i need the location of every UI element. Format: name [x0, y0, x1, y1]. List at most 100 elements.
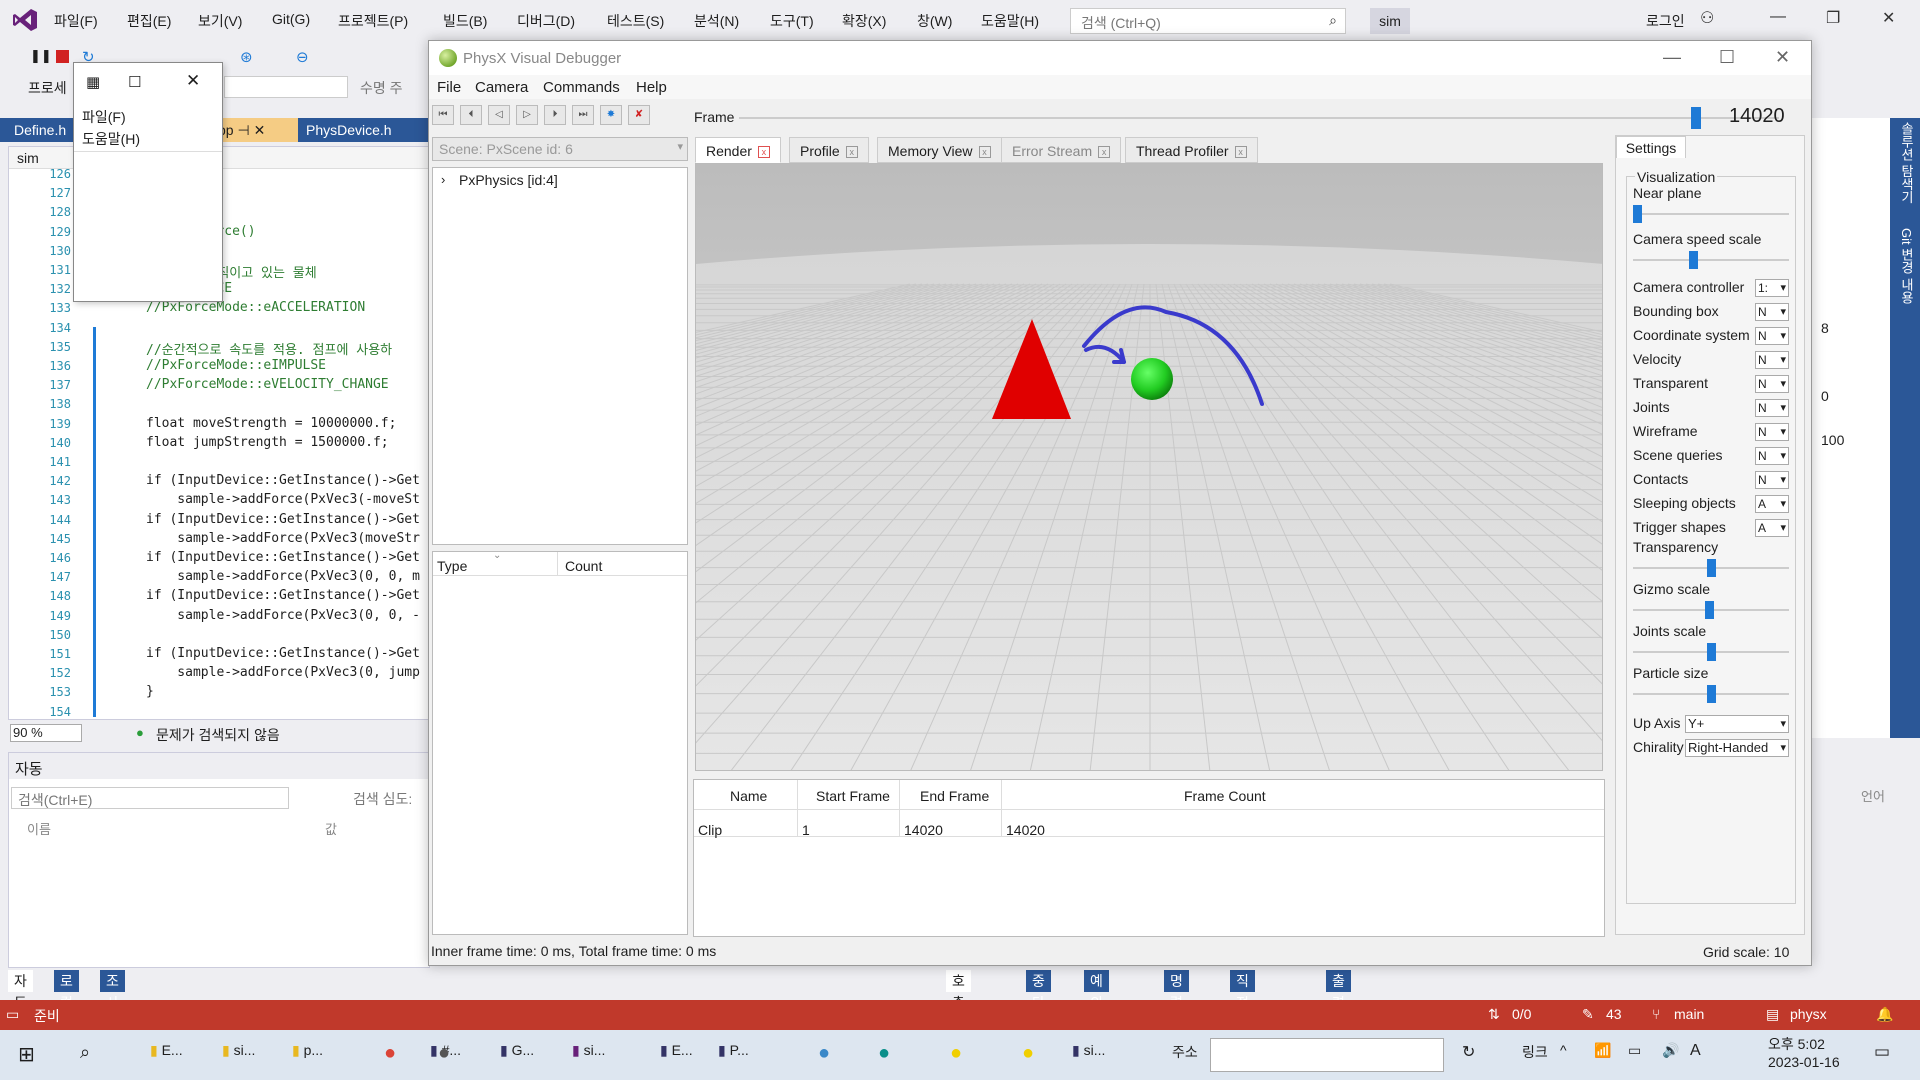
tab-breakpoints[interactable]: 중단점: [1026, 970, 1051, 1033]
status-repo[interactable]: physx: [1790, 1006, 1827, 1022]
first-frame-icon[interactable]: ⏮: [432, 105, 454, 125]
scene-combo[interactable]: Scene: PxScene id: 6 ▾: [432, 137, 688, 161]
option-combo[interactable]: N: [1755, 375, 1789, 393]
taskbar-item[interactable]: ▮ G...: [500, 1042, 534, 1068]
tab-command-window[interactable]: 명령 창: [1164, 970, 1189, 1033]
code-line[interactable]: }: [146, 684, 154, 699]
code-line[interactable]: float jumpStrength = 1500000.f;: [146, 435, 389, 450]
account-icon[interactable]: ⚇: [1700, 8, 1714, 28]
address-input[interactable]: [1210, 1038, 1444, 1072]
tab-settings[interactable]: Settings: [1616, 136, 1686, 158]
changes-icon[interactable]: ⇅: [1488, 1006, 1500, 1023]
status-changes[interactable]: 0/0: [1512, 1006, 1531, 1022]
close-icon[interactable]: ✕: [1775, 47, 1790, 68]
repo-icon[interactable]: ▤: [1766, 1006, 1779, 1023]
code-line[interactable]: sample->addForce(PxVec3(0, jump: [146, 665, 420, 680]
tab-close-icon[interactable]: x: [1234, 146, 1247, 159]
code-line[interactable]: sample->addForce(PxVec3(0, 0, -: [146, 608, 420, 623]
cell-frame-count[interactable]: 14020: [1006, 822, 1045, 838]
windows-start-icon[interactable]: ⊞: [18, 1042, 35, 1068]
code-line[interactable]: //PxForceMode::eIMPULSE: [146, 358, 326, 373]
option-combo[interactable]: N: [1755, 423, 1789, 441]
next-key-icon[interactable]: ⏵: [544, 105, 566, 125]
network-icon[interactable]: 📶: [1594, 1042, 1611, 1068]
tab-profile[interactable]: Profile x: [789, 137, 869, 163]
refresh-icon[interactable]: ↻: [1462, 1042, 1475, 1068]
pvd-menu-file[interactable]: File: [437, 79, 461, 96]
links-label[interactable]: 링크: [1522, 1042, 1548, 1068]
up-axis-combo[interactable]: Y+: [1685, 715, 1789, 733]
volume-icon[interactable]: 🔊: [1662, 1042, 1679, 1068]
tab-define-h[interactable]: Define.h: [8, 118, 72, 142]
clock-date[interactable]: 2023-01-16: [1768, 1054, 1840, 1070]
capture-icon[interactable]: ✸: [600, 105, 622, 125]
particle-size-thumb[interactable]: [1707, 685, 1716, 703]
gizmo-scale-thumb[interactable]: [1705, 601, 1714, 619]
menu-window[interactable]: 창(W): [917, 11, 952, 31]
option-combo[interactable]: A: [1755, 519, 1789, 537]
code-line[interactable]: if (InputDevice::GetInstance()->Get: [146, 588, 420, 603]
code-line[interactable]: if (InputDevice::GetInstance()->Get: [146, 550, 420, 565]
option-combo[interactable]: N: [1755, 327, 1789, 345]
cell-clip-name[interactable]: Clip: [698, 822, 722, 838]
option-combo[interactable]: N: [1755, 447, 1789, 465]
tab-git-changes[interactable]: Git 변경 내용: [1897, 228, 1916, 304]
tab-immediate-window[interactable]: 직접 실행 창: [1230, 970, 1255, 1077]
tray-chevron-icon[interactable]: ^: [1560, 1042, 1567, 1068]
chat-icon[interactable]: ●: [438, 1042, 450, 1068]
maximize-icon[interactable]: ☐: [1719, 47, 1735, 68]
stop-icon[interactable]: [56, 50, 69, 63]
visual-studio-logo-icon[interactable]: [12, 8, 38, 32]
render-viewport[interactable]: [695, 163, 1603, 771]
pencil-icon[interactable]: ✎: [1582, 1006, 1594, 1023]
camera-controller-combo[interactable]: 1:: [1755, 279, 1789, 297]
last-frame-icon[interactable]: ⏭: [572, 105, 594, 125]
joints-scale-thumb[interactable]: [1707, 643, 1716, 661]
minimize-icon[interactable]: —: [1770, 8, 1786, 26]
menu-view[interactable]: 보기(V): [198, 11, 242, 31]
menu-project[interactable]: 프로젝트(P): [338, 11, 408, 31]
clock-time[interactable]: 오후 5:02: [1768, 1034, 1825, 1054]
taskbar-item[interactable]: ▮ si...: [572, 1042, 605, 1068]
option-combo[interactable]: N: [1755, 471, 1789, 489]
tab-output[interactable]: 출력: [1326, 970, 1351, 1011]
taskbar-item[interactable]: ▮ E...: [150, 1042, 183, 1068]
menu-test[interactable]: 테스트(S): [607, 11, 664, 31]
option-combo[interactable]: N: [1755, 399, 1789, 417]
popup-menu-help[interactable]: 도움말(H): [82, 129, 140, 149]
tab-close-icon[interactable]: x: [845, 146, 858, 159]
tab-solution-explorer[interactable]: 솔루션 탐색기: [1897, 122, 1916, 204]
search-icon[interactable]: ⌕: [80, 1042, 90, 1068]
autos-search-input[interactable]: 검색(Ctrl+E): [11, 787, 289, 809]
popup-menu-file[interactable]: 파일(F): [82, 107, 126, 127]
code-line[interactable]: if (InputDevice::GetInstance()->Get: [146, 473, 420, 488]
tab-error-stream[interactable]: Error Stream x: [1001, 137, 1122, 163]
col-frame-count[interactable]: Frame Count: [1184, 788, 1266, 804]
battery-icon[interactable]: ▭: [1628, 1042, 1641, 1068]
restore-icon[interactable]: ❐: [1826, 8, 1840, 28]
kakaotalk-icon[interactable]: ●: [950, 1042, 962, 1068]
tab-close-icon[interactable]: x: [978, 146, 991, 159]
chrome-icon[interactable]: ●: [384, 1042, 396, 1068]
tab-autos[interactable]: 자동: [8, 970, 33, 1011]
step-icon[interactable]: ⊛: [240, 48, 256, 66]
camera-speed-thumb[interactable]: [1689, 251, 1698, 269]
project-selector[interactable]: sim: [17, 150, 39, 166]
tab-thread-profiler[interactable]: Thread Profiler x: [1125, 137, 1258, 163]
login-button[interactable]: 로그인: [1646, 11, 1685, 31]
tab-render[interactable]: Render x: [695, 137, 781, 163]
disconnect-icon[interactable]: ✘: [628, 105, 650, 125]
frame-slider-track[interactable]: [739, 117, 1779, 119]
tab-memory-view[interactable]: Memory View x: [877, 137, 1002, 163]
scene-tree[interactable]: › PxPhysics [id:4]: [432, 167, 688, 545]
code-line[interactable]: //PxForceMode::eVELOCITY_CHANGE: [146, 377, 389, 392]
code-line[interactable]: sample->addForce(PxVec3(0, 0, m: [146, 569, 420, 584]
count-header[interactable]: Count: [565, 558, 602, 574]
expand-icon[interactable]: ›: [441, 172, 445, 187]
status-edits[interactable]: 43: [1606, 1006, 1622, 1022]
pvd-menu-camera[interactable]: Camera: [475, 79, 528, 96]
zoom-combo[interactable]: 90 %: [10, 724, 82, 742]
action-center-icon[interactable]: ▭: [1874, 1042, 1890, 1068]
menu-analyze[interactable]: 분석(N): [694, 11, 739, 31]
tree-item-pxphysics[interactable]: PxPhysics [id:4]: [459, 172, 558, 188]
